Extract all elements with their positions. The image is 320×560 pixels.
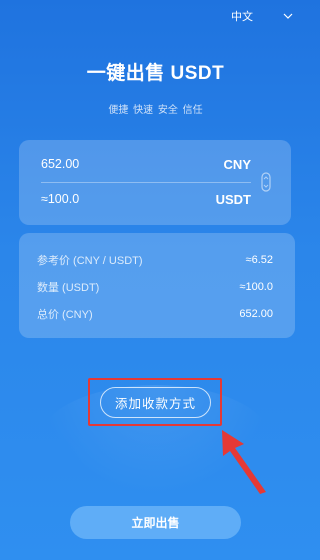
total-price-row: 总价 (CNY) 652.00 (37, 304, 273, 324)
reference-price-label: 参考价 (CNY / USDT) (37, 255, 143, 267)
price-info-card: 参考价 (CNY / USDT) ≈6.52 数量 (USDT) ≈100.0 … (19, 233, 295, 338)
total-price-value: 652.00 (239, 308, 273, 320)
quantity-value: ≈100.0 (239, 281, 273, 293)
usdt-currency-label: USDT (215, 191, 251, 207)
quantity-label: 数量 (USDT) (37, 282, 100, 294)
cny-amount-value[interactable]: 652.00 (41, 157, 79, 171)
usdt-quantity-field[interactable]: ≈100.0 USDT (41, 183, 251, 215)
add-payment-method-button[interactable]: 添加收款方式 (100, 387, 211, 418)
reference-price-value: ≈6.52 (245, 254, 273, 266)
cny-currency-label: CNY (223, 156, 251, 172)
reference-price-row: 参考价 (CNY / USDT) ≈6.52 (37, 250, 273, 270)
page-subtitle: 便捷 快速 安全 信任 (108, 105, 203, 116)
cny-amount-field[interactable]: 652.00 CNY (41, 148, 251, 180)
usdt-quantity-value[interactable]: ≈100.0 (41, 192, 79, 206)
language-selector[interactable]: 中文 (231, 8, 293, 24)
total-price-label: 总价 (CNY) (37, 309, 93, 321)
red-arrow-icon (222, 430, 266, 494)
chevron-down-icon (283, 13, 293, 19)
quantity-row: 数量 (USDT) ≈100.0 (37, 277, 273, 297)
swap-icon[interactable] (259, 172, 273, 192)
amount-input-card: 652.00 CNY ≈100.0 USDT (19, 140, 291, 225)
language-label: 中文 (231, 11, 253, 23)
sell-now-button[interactable]: 立即出售 (70, 506, 241, 539)
page-title: 一键出售 USDT (86, 63, 225, 84)
